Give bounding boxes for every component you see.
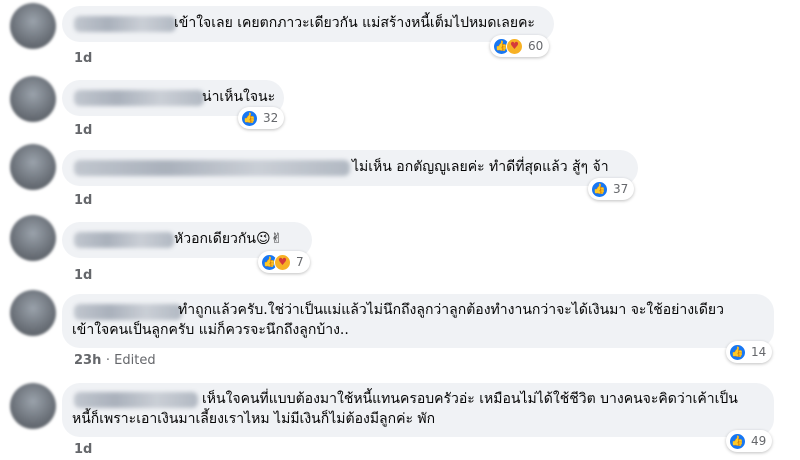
care-icon: ♥ [506, 37, 523, 55]
edited-label[interactable]: · Edited [106, 353, 156, 368]
commenter-name[interactable] [74, 160, 350, 176]
like-icon: 👍 [729, 343, 746, 361]
comment-meta: 23h · Edited [74, 353, 156, 368]
commenter-avatar[interactable] [10, 76, 56, 122]
comment-timestamp[interactable]: 1d [74, 51, 92, 66]
commenter-name[interactable] [74, 232, 174, 248]
comment-bubble: ไม่เห็น อกตัญญูเลยค่ะ ทำดีที่สุดแล้ว สู้… [62, 150, 638, 186]
comment-timestamp[interactable]: 1d [74, 442, 92, 457]
commenter-avatar[interactable] [10, 383, 56, 429]
comment-bubble: เข้าใจเลย เคยตกภาวะเดียวกัน แม่สร้างหนี้… [62, 6, 554, 42]
reaction-summary[interactable]: 👍 14 [726, 341, 773, 363]
comment-text-body: หัวอกเดียวกัน [174, 231, 256, 247]
comment-text-line-1: ทำถูกแล้วครับ.ใช่ว่าเป็นแม่แล้วไม่นึกถึง… [178, 302, 724, 318]
commenter-avatar[interactable] [10, 3, 56, 49]
reaction-count: 49 [751, 434, 767, 448]
reaction-count: 60 [528, 39, 544, 53]
comment-timestamp[interactable]: 1d [74, 268, 92, 283]
reaction-summary[interactable]: 👍 ♥ 7 [258, 251, 310, 273]
commenter-name[interactable] [74, 16, 176, 32]
reaction-count: 7 [296, 255, 304, 269]
commenter-avatar[interactable] [10, 290, 56, 336]
reaction-count: 37 [613, 182, 629, 196]
like-icon: 👍 [591, 180, 608, 198]
comment-text: หัวอกเดียวกัน😉✌ [174, 230, 282, 249]
like-icon: 👍 [729, 432, 746, 450]
comment-timestamp[interactable]: 1d [74, 123, 92, 138]
comment-timestamp[interactable]: 23h [74, 353, 101, 368]
comment-timestamp[interactable]: 1d [74, 193, 92, 208]
comment-text: เข้าใจเลย เคยตกภาวะเดียวกัน แม่สร้างหนี้… [174, 15, 535, 31]
care-icon: ♥ [274, 253, 291, 271]
comment-text-line-1: เห็นใจคนที่แบบต้องมาใช้หนี้แทนครอบครัวอ่… [202, 391, 738, 407]
commenter-name[interactable] [74, 90, 204, 106]
reaction-count: 14 [751, 345, 767, 359]
reaction-summary[interactable]: 👍 ♥ 60 [490, 35, 550, 57]
reaction-summary[interactable]: 👍 32 [238, 107, 285, 129]
comment-text: ไม่เห็น อกตัญญูเลยค่ะ ทำดีที่สุดแล้ว สู้… [352, 159, 609, 175]
comment-text-line-2: เข้าใจคนเป็นลูกครับ แม่ก็ควรจะนึกถึงลูกบ… [72, 322, 349, 338]
commenter-avatar[interactable] [10, 144, 56, 190]
commenter-name[interactable] [74, 392, 198, 408]
reaction-summary[interactable]: 👍 37 [588, 178, 635, 200]
reaction-summary[interactable]: 👍 49 [726, 430, 773, 452]
wink-victory-emoji: 😉✌ [255, 231, 283, 247]
comment-text: น่าเห็นใจนะ [202, 89, 276, 105]
comment-text-line-2: หนี้ก็เพราะเอาเงินมาเลี้ยงเราไหม ไม่มีเง… [72, 411, 436, 427]
comment-bubble: ทำถูกแล้วครับ.ใช่ว่าเป็นแม่แล้วไม่นึกถึง… [62, 294, 774, 348]
commenter-avatar[interactable] [10, 215, 56, 261]
like-icon: 👍 [241, 109, 258, 127]
commenter-name[interactable] [74, 304, 182, 320]
comment-bubble: เห็นใจคนที่แบบต้องมาใช้หนี้แทนครอบครัวอ่… [62, 383, 774, 437]
reaction-count: 32 [263, 111, 279, 125]
